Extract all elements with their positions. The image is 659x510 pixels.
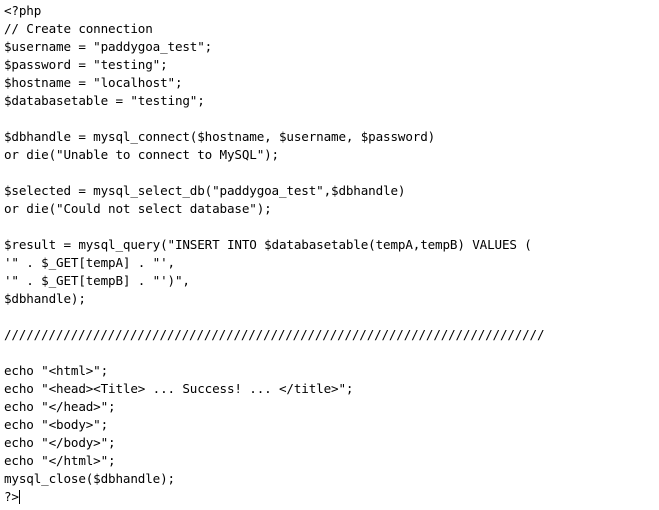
- code-line: $dbhandle);: [4, 291, 86, 306]
- code-line: $hostname = "localhost";: [4, 75, 183, 90]
- code-line: ?>: [4, 488, 659, 506]
- code-line: echo "</html>";: [4, 453, 116, 468]
- code-line: $password = "testing";: [4, 57, 168, 72]
- code-line: $dbhandle = mysql_connect($hostname, $us…: [4, 129, 436, 144]
- code-line: '" . $_GET[tempB] . "')",: [4, 273, 190, 288]
- code-line: or die("Unable to connect to MySQL");: [4, 147, 279, 162]
- code-line: echo "</body>";: [4, 435, 116, 450]
- code-line: $selected = mysql_select_db("paddygoa_te…: [4, 183, 406, 198]
- text-cursor: [18, 490, 20, 504]
- code-line: <?php: [4, 3, 42, 18]
- code-line: '" . $_GET[tempA] . "',: [4, 255, 175, 270]
- code-line: echo "<head><Title> ... Success! ... </t…: [4, 381, 354, 396]
- code-line: $databasetable = "testing";: [4, 93, 205, 108]
- code-line: echo "<html>";: [4, 363, 109, 378]
- code-line-text: ?>: [4, 489, 19, 504]
- code-line: $username = "paddygoa_test";: [4, 39, 213, 54]
- code-line: echo "</head>";: [4, 399, 116, 414]
- code-line: or die("Could not select database");: [4, 201, 272, 216]
- code-line: echo "<body>";: [4, 417, 109, 432]
- code-line: // Create connection: [4, 21, 153, 36]
- code-line: $result = mysql_query("INSERT INTO $data…: [4, 237, 532, 252]
- code-editor[interactable]: <?php // Create connection $username = "pa…: [0, 0, 659, 510]
- code-line: mysql_close($dbhandle);: [4, 471, 175, 486]
- code-line: ////////////////////////////////////////…: [4, 327, 545, 342]
